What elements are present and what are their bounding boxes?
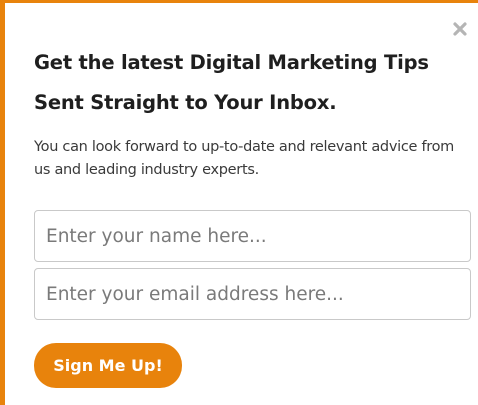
headline-line-2: Sent Straight to Your Inbox. <box>34 91 337 114</box>
popup-headline: Get the latest Digital Marketing Tips Se… <box>34 43 474 123</box>
sign-up-button[interactable]: Sign Me Up! <box>34 343 182 388</box>
popup-description: You can look forward to up-to-date and r… <box>34 139 454 178</box>
email-input[interactable] <box>34 268 471 320</box>
close-icon[interactable] <box>452 21 468 37</box>
close-icon-glyph <box>453 22 467 36</box>
newsletter-popup: Get the latest Digital Marketing Tips Se… <box>0 0 478 405</box>
headline-line-1: Get the latest Digital Marketing Tips <box>34 51 429 74</box>
name-input[interactable] <box>34 210 471 262</box>
